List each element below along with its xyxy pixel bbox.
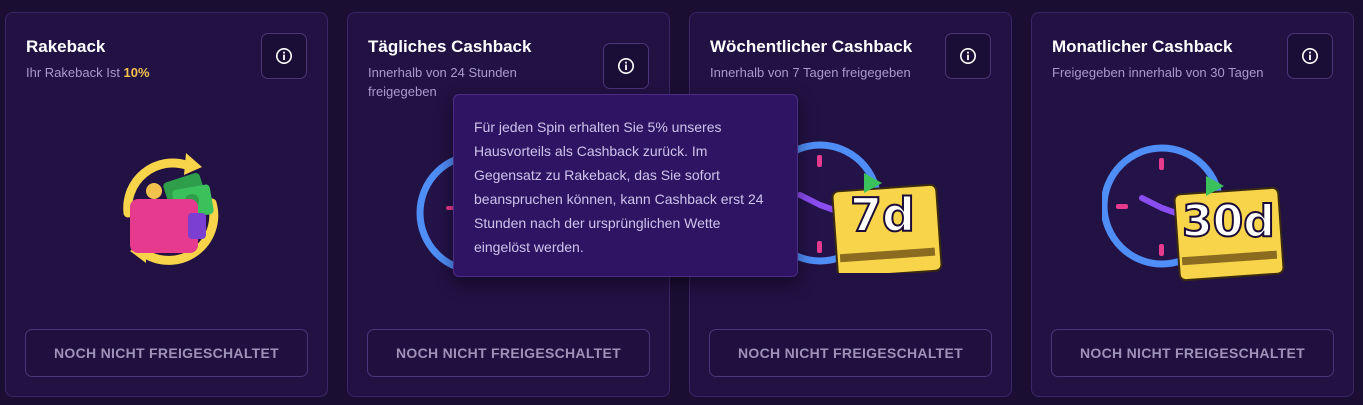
rakeback-card: Rakeback Ihr Rakeback Ist 10% NOCH NICHT… <box>5 12 328 397</box>
info-button[interactable] <box>945 33 991 79</box>
info-button[interactable] <box>603 43 649 89</box>
info-icon <box>275 47 293 65</box>
locked-button[interactable]: NOCH NICHT FREIGESCHALTET <box>1051 329 1334 377</box>
info-icon <box>1301 47 1319 65</box>
cashback-info-tooltip: Für jeden Spin erhalten Sie 5% unseres H… <box>453 94 798 277</box>
info-button[interactable] <box>1287 33 1333 79</box>
card-subtitle: Ihr Rakeback Ist 10% <box>26 63 226 82</box>
card-title: Wöchentlicher Cashback <box>710 37 913 56</box>
days-badge: 7d <box>849 187 916 243</box>
card-subtitle: Freigegeben innerhalb von 30 Tagen <box>1052 65 1264 80</box>
subtitle-text: Ihr Rakeback Ist <box>26 65 124 80</box>
info-button[interactable] <box>261 33 307 79</box>
locked-button[interactable]: NOCH NICHT FREIGESCHALTET <box>709 329 992 377</box>
rakeback-percent: 10% <box>123 65 150 80</box>
days-badge: 30d <box>1181 195 1276 248</box>
locked-button[interactable]: NOCH NICHT FREIGESCHALTET <box>25 329 308 377</box>
monthly-cashback-card: Monatlicher Cashback Freigegeben innerha… <box>1031 12 1354 397</box>
card-title: Tägliches Cashback <box>368 37 532 56</box>
locked-button[interactable]: NOCH NICHT FREIGESCHALTET <box>367 329 650 377</box>
card-subtitle: Innerhalb von 7 Tagen freigegeben <box>710 65 911 80</box>
card-title: Rakeback <box>26 37 106 56</box>
card-title: Monatlicher Cashback <box>1052 37 1233 56</box>
wallet-cash-icon <box>123 153 219 265</box>
info-icon <box>617 57 635 75</box>
info-icon <box>959 47 977 65</box>
